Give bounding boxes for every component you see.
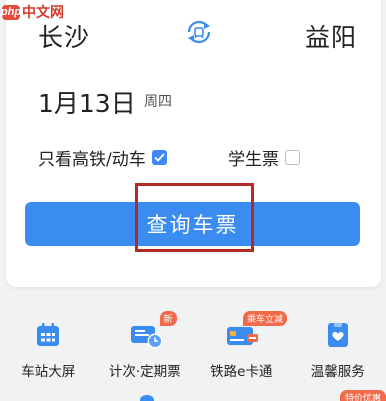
service-label: 车站大屏 (21, 364, 76, 380)
watermark-text: 中文网 (22, 5, 64, 21)
service-label: 计次·定期票 (108, 364, 181, 380)
high-speed-checkbox[interactable] (151, 150, 167, 165)
next-row-icon (140, 395, 154, 401)
service-label: 温馨服务 (310, 364, 365, 380)
departure-date[interactable]: 1月13日 (38, 84, 136, 120)
periodic-ticket-icon (130, 320, 163, 350)
student-ticket-label: 学生票 (228, 150, 279, 170)
service-periodic-ticket[interactable]: 新 计次·定期票 (97, 308, 194, 383)
service-rail-ecard[interactable]: 乘车立减 铁路e卡通 (193, 308, 290, 383)
search-tickets-button[interactable]: 查询车票 (25, 202, 360, 246)
student-ticket-option[interactable]: 学生票 (228, 145, 300, 170)
station-screen-icon (33, 320, 63, 350)
swap-stations-icon[interactable] (181, 17, 217, 47)
service-label: 铁路e卡通 (210, 364, 273, 380)
departure-weekday: 周四 (144, 94, 172, 110)
special-offer-badge: 特价优惠 (340, 390, 386, 401)
high-speed-only-label: 只看高铁/动车 (38, 150, 146, 170)
service-care[interactable]: 温馨服务 (290, 308, 386, 383)
arrival-city[interactable]: 益阳 (305, 18, 357, 54)
watermark-logo: php (0, 4, 22, 20)
watermark: php 中文网 (0, 2, 64, 22)
departure-city[interactable]: 长沙 (38, 18, 90, 54)
student-ticket-checkbox[interactable] (285, 150, 300, 165)
care-service-icon (323, 320, 353, 350)
ecard-icon (226, 320, 259, 350)
service-station-screen[interactable]: 车站大屏 (0, 308, 97, 383)
service-grid: 车站大屏 新 计次·定期票 乘车立减 铁路e卡通 温馨服务 (0, 308, 386, 383)
high-speed-only-option[interactable]: 只看高铁/动车 (38, 145, 167, 170)
